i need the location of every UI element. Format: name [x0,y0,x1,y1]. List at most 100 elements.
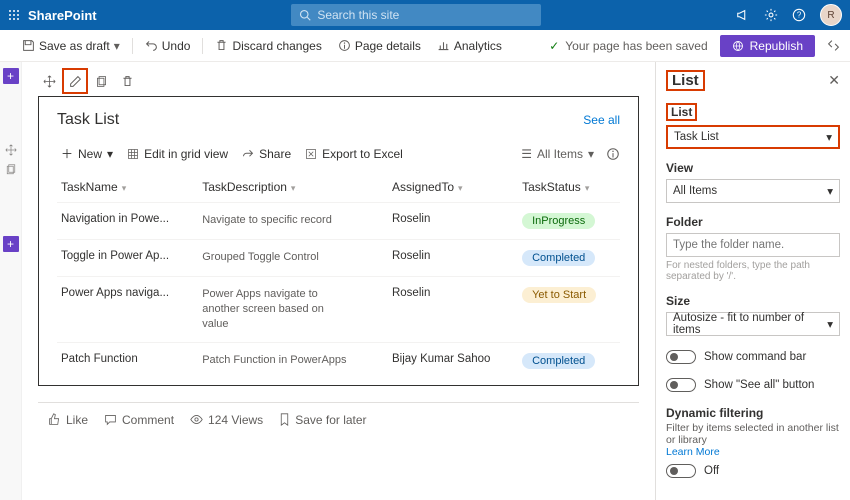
list-icon: ☰ [521,147,532,161]
saved-status: ✓Your page has been saved [549,39,707,53]
webpart-title: Task List [57,111,119,129]
see-all-link[interactable]: See all [583,113,620,127]
info-icon [338,39,351,52]
search-placeholder: Search this site [317,8,399,22]
page-command-bar: Save as draft▾ Undo Discard changes Page… [0,30,850,62]
eye-icon [190,413,203,426]
globe-icon [732,40,744,52]
cell-taskname: Patch Function [57,342,198,379]
move-icon[interactable] [5,144,17,156]
col-assignedto[interactable]: AssignedTo▾ [388,172,518,203]
analytics-button[interactable]: Analytics [431,33,508,59]
show-seeall-toggle[interactable] [666,378,696,392]
undo-button[interactable]: Undo [139,33,197,59]
cell-taskname: Power Apps naviga... [57,277,198,343]
cell-taskstatus: InProgress [518,203,620,240]
cell-taskdescription: Grouped Toggle Control [198,240,388,277]
col-taskdescription[interactable]: TaskDescription▾ [198,172,388,203]
cell-assignedto: Bijay Kumar Sahoo [388,342,518,379]
size-field-label: Size [666,294,690,308]
save-draft-button[interactable]: Save as draft▾ [16,33,126,59]
toggle-off-label: Off [704,465,719,477]
avatar[interactable]: R [820,4,842,26]
list-table: TaskName▾ TaskDescription▾ AssignedTo▾ T… [57,172,620,379]
col-taskname[interactable]: TaskName▾ [57,172,198,203]
folder-input[interactable] [666,233,840,257]
chevron-down-icon: ▾ [827,184,833,198]
check-icon: ✓ [549,39,559,53]
page-details-button[interactable]: Page details [332,33,427,59]
webpart-toolbar [36,68,647,94]
help-icon[interactable]: ? [792,8,806,22]
cell-taskname: Toggle in Power Ap... [57,240,198,277]
gear-icon[interactable] [764,8,778,22]
trash-icon [215,39,228,52]
move-webpart-button[interactable] [36,68,62,94]
edit-webpart-button[interactable] [62,68,88,94]
list-field-label: List [666,103,697,121]
collapse-icon[interactable] [827,39,840,52]
cell-assignedto: Roselin [388,240,518,277]
table-row[interactable]: Navigation in Powe...Navigate to specifi… [57,203,620,240]
show-cmdbar-toggle[interactable] [666,350,696,364]
cell-taskdescription: Power Apps navigate to another screen ba… [198,277,388,343]
brand-label: SharePoint [28,8,97,23]
cell-taskdescription: Navigate to specific record [198,203,388,240]
search-icon [299,9,311,21]
export-excel-button[interactable]: Export to Excel [305,147,403,161]
table-row[interactable]: Power Apps naviga...Power Apps navigate … [57,277,620,343]
like-button[interactable]: Like [48,413,88,427]
cell-taskstatus: Yet to Start [518,277,620,343]
analytics-icon [437,39,450,52]
grid-icon [127,148,139,160]
share-button[interactable]: Share [242,147,291,161]
view-field-label: View [666,161,693,175]
cell-assignedto: Roselin [388,203,518,240]
comment-button[interactable]: Comment [104,413,174,427]
discard-button[interactable]: Discard changes [209,33,327,59]
dynamic-filtering-toggle[interactable] [666,464,696,478]
view-select[interactable]: All Items▾ [666,179,840,203]
save-icon [22,39,35,52]
cell-taskdescription: Patch Function in PowerApps [198,342,388,379]
list-select[interactable]: Task List▾ [666,125,840,149]
svg-text:?: ? [797,11,802,20]
close-icon[interactable]: ✕ [828,72,840,89]
pane-title: List [666,70,705,91]
duplicate-webpart-button[interactable] [88,68,114,94]
search-input[interactable]: Search this site [291,4,541,26]
edit-grid-button[interactable]: Edit in grid view [127,147,228,161]
size-select[interactable]: Autosize - fit to number of items▾ [666,312,840,336]
bookmark-icon [279,413,290,426]
megaphone-icon[interactable] [736,8,750,22]
comment-icon [104,413,117,426]
left-toolbox-rail: + + [0,62,22,500]
copy-icon[interactable] [5,164,17,176]
republish-button[interactable]: Republish [720,35,815,57]
info-icon[interactable] [606,147,620,161]
suite-header: SharePoint Search this site ? R [0,0,850,30]
cell-assignedto: Roselin [388,277,518,343]
dynamic-filtering-desc: Filter by items selected in another list… [666,422,840,446]
save-later-button[interactable]: Save for later [279,413,366,427]
list-toolbar: ＋New▾ Edit in grid view Share Export to … [57,141,620,172]
delete-webpart-button[interactable] [114,68,140,94]
cell-taskstatus: Completed [518,342,620,379]
add-section-button[interactable]: + [3,68,19,84]
page-divider [38,402,639,403]
thumbs-up-icon [48,413,61,426]
col-taskstatus[interactable]: TaskStatus▾ [518,172,620,203]
app-launcher-icon[interactable] [8,9,20,21]
folder-hint: For nested folders, type the path separa… [666,260,840,282]
add-webpart-button[interactable]: + [3,236,19,252]
table-row[interactable]: Patch FunctionPatch Function in PowerApp… [57,342,620,379]
property-pane: List ✕ List Task List▾ View All Items▾ F… [655,62,850,500]
cell-taskstatus: Completed [518,240,620,277]
table-row[interactable]: Toggle in Power Ap...Grouped Toggle Cont… [57,240,620,277]
view-selector[interactable]: ☰All Items▾ [521,147,594,161]
chevron-down-icon: ▾ [107,147,113,161]
new-item-button[interactable]: ＋New▾ [61,145,113,162]
learn-more-link[interactable]: Learn More [666,446,840,458]
share-icon [242,148,254,160]
social-bar: Like Comment 124 Views Save for later [30,413,647,437]
